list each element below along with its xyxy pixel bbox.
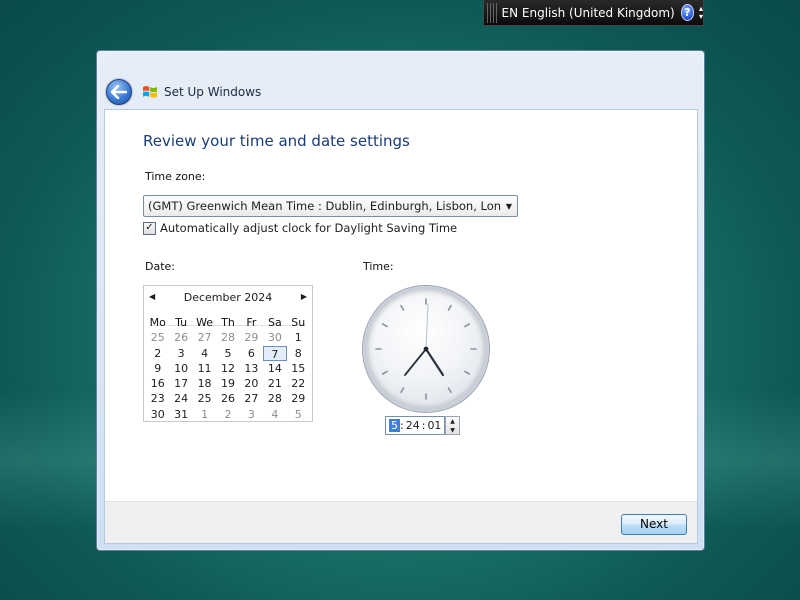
calendar-day[interactable]: 14 xyxy=(263,361,286,376)
calendar-day[interactable]: 11 xyxy=(193,361,216,376)
calendar-day[interactable]: 29 xyxy=(287,391,310,406)
title-bar: Set Up Windows xyxy=(97,51,704,109)
calendar-header: ◀ December 2024 ▶ xyxy=(144,286,312,308)
content-panel: Review your time and date settings Time … xyxy=(104,109,698,501)
calendar-day[interactable]: 9 xyxy=(146,361,169,376)
weekday-header: Tu xyxy=(175,316,188,329)
next-month-icon[interactable]: ▶ xyxy=(301,292,307,301)
second-hand xyxy=(425,303,429,350)
calendar-day[interactable]: 26 xyxy=(169,330,192,345)
clock-center xyxy=(423,346,429,352)
windows-logo-icon xyxy=(143,86,157,98)
calendar-day[interactable]: 24 xyxy=(169,391,192,406)
calendar-day[interactable]: 27 xyxy=(193,330,216,345)
calendar-day[interactable]: 30 xyxy=(146,407,169,422)
dst-option[interactable]: ✓ Automatically adjust clock for Dayligh… xyxy=(143,221,457,235)
next-button[interactable]: Next xyxy=(621,514,687,535)
weekday-header: Fr xyxy=(246,316,257,329)
calendar-day[interactable]: 10 xyxy=(169,361,192,376)
time-second[interactable]: 01 xyxy=(425,419,443,432)
calendar-day[interactable]: 6 xyxy=(240,346,263,361)
back-button[interactable] xyxy=(106,79,132,105)
time-minute[interactable]: 24 xyxy=(404,419,422,432)
time-hour[interactable]: 5 xyxy=(389,419,400,432)
calendar-day[interactable]: 4 xyxy=(263,407,286,422)
weekday-header: Su xyxy=(291,316,306,329)
calendar-day[interactable]: 25 xyxy=(193,391,216,406)
clock-face-icon xyxy=(375,298,477,400)
calendar-day[interactable]: 30 xyxy=(263,330,286,345)
calendar-day[interactable]: 1 xyxy=(193,407,216,422)
time-input[interactable]: 5 : 24 : 01 xyxy=(385,416,445,435)
calendar-day[interactable]: 3 xyxy=(240,407,263,422)
calendar-day[interactable]: 28 xyxy=(263,391,286,406)
weekday-header: Mo xyxy=(149,316,166,329)
calendar-day[interactable]: 28 xyxy=(216,330,239,345)
spin-up-icon[interactable]: ▲ xyxy=(446,417,459,426)
time-label: Time: xyxy=(363,260,394,273)
calendar-day[interactable]: 23 xyxy=(146,391,169,406)
calendar-day[interactable]: 4 xyxy=(193,346,216,361)
calendar-day[interactable]: 1 xyxy=(287,330,310,345)
time-spinner[interactable]: ▲ ▼ xyxy=(445,416,460,435)
window-title: Set Up Windows xyxy=(164,85,262,99)
calendar-day[interactable]: 12 xyxy=(216,361,239,376)
timezone-select[interactable]: (GMT) Greenwich Mean Time : Dublin, Edin… xyxy=(143,195,518,217)
calendar-day[interactable]: 26 xyxy=(216,391,239,406)
calendar-month[interactable]: December 2024 xyxy=(144,291,312,304)
calendar-day[interactable]: 5 xyxy=(216,346,239,361)
calendar-day[interactable]: 21 xyxy=(263,376,286,391)
calendar-day[interactable]: 25 xyxy=(146,330,169,345)
calendar-day[interactable]: 29 xyxy=(240,330,263,345)
calendar-day[interactable]: 15 xyxy=(287,361,310,376)
dst-checkbox[interactable]: ✓ xyxy=(143,221,156,235)
setup-window: Set Up Windows Review your time and date… xyxy=(96,50,705,551)
date-calendar[interactable]: ◀ December 2024 ▶ Mo Tu We Th Fr Sa Su 2… xyxy=(143,285,313,422)
calendar-day[interactable]: 3 xyxy=(169,346,192,361)
back-arrow-icon xyxy=(111,85,127,99)
calendar-day[interactable]: 16 xyxy=(146,376,169,391)
weekday-header: We xyxy=(196,316,214,329)
weekday-header: Th xyxy=(221,316,235,329)
timezone-value[interactable]: (GMT) Greenwich Mean Time : Dublin, Edin… xyxy=(144,199,501,213)
grip-handle-icon[interactable] xyxy=(487,2,498,23)
calendar-day[interactable]: 20 xyxy=(240,376,263,391)
minute-hand xyxy=(404,348,427,376)
dst-checkbox-label[interactable]: Automatically adjust clock for Daylight … xyxy=(160,221,457,235)
calendar-day[interactable]: 5 xyxy=(287,407,310,422)
hour-hand xyxy=(424,347,445,377)
calendar-day[interactable]: 2 xyxy=(146,346,169,361)
page-heading: Review your time and date settings xyxy=(143,132,410,150)
language-bar[interactable]: EN English (United Kingdom) ? ▴ ▾ xyxy=(483,0,704,26)
calendar-day[interactable]: 22 xyxy=(287,376,310,391)
analog-clock xyxy=(363,286,489,412)
options-menu-icon[interactable]: ▴ ▾ xyxy=(699,4,703,21)
dropdown-arrow-icon[interactable]: ▼ xyxy=(501,202,517,211)
footer-bar: Next xyxy=(104,501,698,544)
calendar-day[interactable]: 18 xyxy=(193,376,216,391)
calendar-day[interactable]: 31 xyxy=(169,407,192,422)
language-label[interactable]: EN English (United Kingdom) xyxy=(502,6,675,20)
calendar-day[interactable]: 2 xyxy=(216,407,239,422)
help-icon[interactable]: ? xyxy=(680,4,694,21)
date-label: Date: xyxy=(145,260,175,273)
weekday-header: Sa xyxy=(267,316,282,329)
calendar-day[interactable]: 17 xyxy=(169,376,192,391)
calendar-day-selected[interactable]: 7 xyxy=(263,345,287,361)
calendar-day[interactable]: 19 xyxy=(216,376,239,391)
calendar-day[interactable]: 8 xyxy=(287,346,310,361)
spin-down-icon[interactable]: ▼ xyxy=(446,426,459,435)
calendar-day[interactable]: 27 xyxy=(240,391,263,406)
timezone-label: Time zone: xyxy=(145,170,206,183)
calendar-day[interactable]: 13 xyxy=(240,361,263,376)
calendar-grid: Mo Tu We Th Fr Sa Su 25 26 27 28 29 30 1… xyxy=(146,315,310,422)
